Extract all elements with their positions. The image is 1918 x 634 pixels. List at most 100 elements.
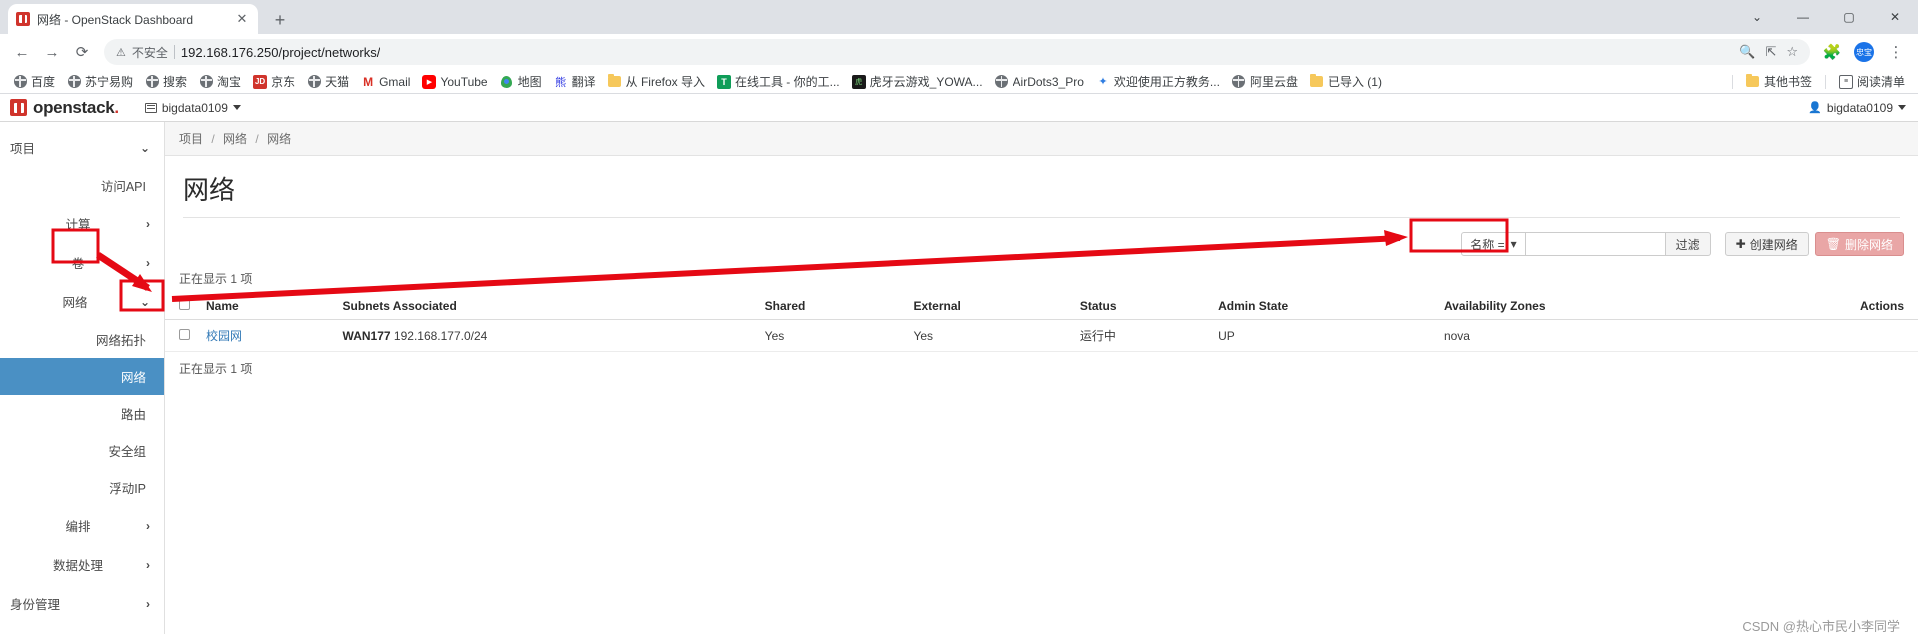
tool-icon: T [716,74,731,89]
window-close-button[interactable]: ✕ [1872,0,1918,34]
network-name-link[interactable]: 校园网 [206,329,242,343]
maximize-button[interactable]: ▢ [1826,0,1872,34]
column-external: External [905,293,1072,320]
openstack-logo: openstack. [10,98,119,118]
bookmark-item-4[interactable]: JD 京东 [248,71,300,92]
project-icon [144,102,157,113]
address-bar[interactable]: ⚠ 不安全 192.168.176.250/project/networks/ … [104,39,1810,65]
kebab-menu-icon[interactable]: ⋮ [1882,38,1910,66]
create-network-button[interactable]: ✚ 创建网络 [1724,232,1809,256]
bookmark-item-1[interactable]: 苏宁易购 [62,71,138,92]
sidebar-item-11[interactable]: 数据处理 › [0,545,164,584]
chevron-right-icon: › [146,518,150,533]
reload-icon[interactable]: ⟳ [68,38,96,66]
chevron-down-icon[interactable]: ⌄ [1734,0,1780,34]
browser-toolbar: ← → ⟳ ⚠ 不安全 192.168.176.250/project/netw… [0,34,1918,70]
bookmark-item-3[interactable]: 淘宝 [194,71,246,92]
bookmark-item-6[interactable]: M Gmail [356,73,415,91]
chevron-down-icon: ⌄ [139,294,150,309]
user-icon: 👤 [1808,102,1822,114]
bookmark-item-16[interactable]: 已导入 (1) [1305,71,1387,92]
sidebar-item-5[interactable]: 网络拓扑 [0,321,164,358]
search-icon[interactable]: 🔍 [1739,44,1755,60]
bookmark-item-15[interactable]: 阿里云盘 [1227,71,1303,92]
chevron-right-icon: › [146,596,150,611]
divider [1824,74,1826,89]
sidebar-item-label: 数据处理 [52,559,103,573]
sidebar-item-3[interactable]: 卷 › [0,243,164,282]
new-tab-button[interactable]: + [266,6,294,34]
youtube-icon: ▶ [422,74,437,89]
column-status: Status [1071,293,1211,320]
bookmark-right-0[interactable]: 其他书签 [1741,71,1817,92]
bookmark-item-5[interactable]: 天猫 [302,71,354,92]
sidebar-item-4[interactable]: 网络 ⌄ [0,282,164,321]
select-all-header [165,293,198,320]
sidebar-item-label: 路由 [120,408,146,422]
globe-icon [307,75,321,89]
sidebar-item-label: 计算 [65,218,91,232]
chevron-right-icon: › [146,557,150,572]
forward-icon[interactable]: → [38,38,66,66]
bookmark-item-10[interactable]: 从 Firefox 导入 [603,71,710,92]
table-row[interactable]: 校园网 WAN177 192.168.177.0/24 Yes Yes 运行中 … [165,319,1918,352]
filter-button[interactable]: 过滤 [1665,232,1711,256]
sidebar-item-8[interactable]: 安全组 [0,432,164,469]
bookmark-label: 地图 [517,75,542,89]
puzzle-icon[interactable]: 🧩 [1818,38,1846,66]
close-icon[interactable]: ✕ [234,11,250,27]
globe-icon [995,75,1009,89]
bookmark-right-1[interactable]: ≡ 阅读清单 [1834,71,1910,92]
select-all-checkbox[interactable] [179,299,190,310]
divider [1731,74,1733,89]
window-controls: ⌄ — ▢ ✕ [1734,0,1918,34]
filter-input[interactable] [1525,232,1666,256]
sidebar-item-12[interactable]: 身份管理 › [0,584,164,623]
row-checkbox-cell [165,319,198,352]
sidebar-item-2[interactable]: 计算 › [0,204,164,243]
chevron-right-icon: › [146,216,150,231]
result-count-bottom: 正在显示 1 项 [179,362,253,376]
delete-network-button[interactable]: 🗑 删除网络 [1814,232,1904,256]
back-icon[interactable]: ← [8,38,36,66]
bookmark-item-11[interactable]: T 在线工具 - 你的工... [712,71,845,92]
sidebar-item-0[interactable]: 项目 ⌄ [0,128,164,167]
row-checkbox[interactable] [179,328,190,340]
chevron-right-icon: › [146,255,150,270]
bookmark-item-2[interactable]: 搜索 [140,71,192,92]
bookmark-label: 苏宁易购 [85,75,134,89]
avatar[interactable]: 忠宝 [1854,42,1874,62]
minimize-button[interactable]: — [1780,0,1826,34]
project-selector[interactable]: bigdata0109 [144,101,241,115]
cell-actions[interactable] [1744,319,1918,352]
sidebar-item-9[interactable]: 浮动IP [0,469,164,506]
cell-external: Yes [905,319,1072,352]
column-availability-zones: Availability Zones [1435,293,1745,320]
sidebar-item-7[interactable]: 路由 [0,395,164,432]
bookmark-item-9[interactable]: 熊翻译 [549,71,601,92]
tab-title: 网络 - OpenStack Dashboard [37,12,194,27]
bookmark-item-14[interactable]: ✦ 欢迎使用正方教务... [1091,71,1225,92]
globe-icon [67,75,81,89]
user-menu[interactable]: 👤 bigdata0109 [1808,101,1906,115]
bookmark-item-12[interactable]: 虎虎牙云游戏_YOWA... [847,71,988,92]
sidebar-item-1[interactable]: 访问API [0,167,164,204]
globe-icon [145,75,159,89]
bookmark-item-7[interactable]: ▶ YouTube [417,73,492,91]
filter-select[interactable]: 名称 = ▾ [1461,232,1526,256]
browser-tab[interactable]: 网络 - OpenStack Dashboard ✕ [8,4,258,34]
bookmark-item-8[interactable]: 地图 [495,71,547,92]
watermark: CSDN @热心市民小李同学 [1742,619,1900,634]
sidebar-item-6[interactable]: 网络 [0,358,164,395]
sidebar-item-10[interactable]: 编排 › [0,506,164,545]
sidebar-item-label: 网络拓扑 [95,334,146,348]
breadcrumb-item-1[interactable]: 网络 [223,132,247,146]
breadcrumb-item-0[interactable]: 项目 [179,132,203,146]
toolbar-actions: 🧩 忠宝 ⋮ [1818,38,1910,66]
share-icon[interactable]: ⇱ [1765,44,1776,60]
bookmark-item-13[interactable]: AirDots3_Pro [990,73,1089,91]
breadcrumb: 项目 / 网络 / 网络 [165,122,1918,156]
sidebar-item-label: 安全组 [108,445,146,459]
star-icon[interactable]: ☆ [1786,44,1798,60]
bookmark-item-0[interactable]: 百度 [8,71,60,92]
